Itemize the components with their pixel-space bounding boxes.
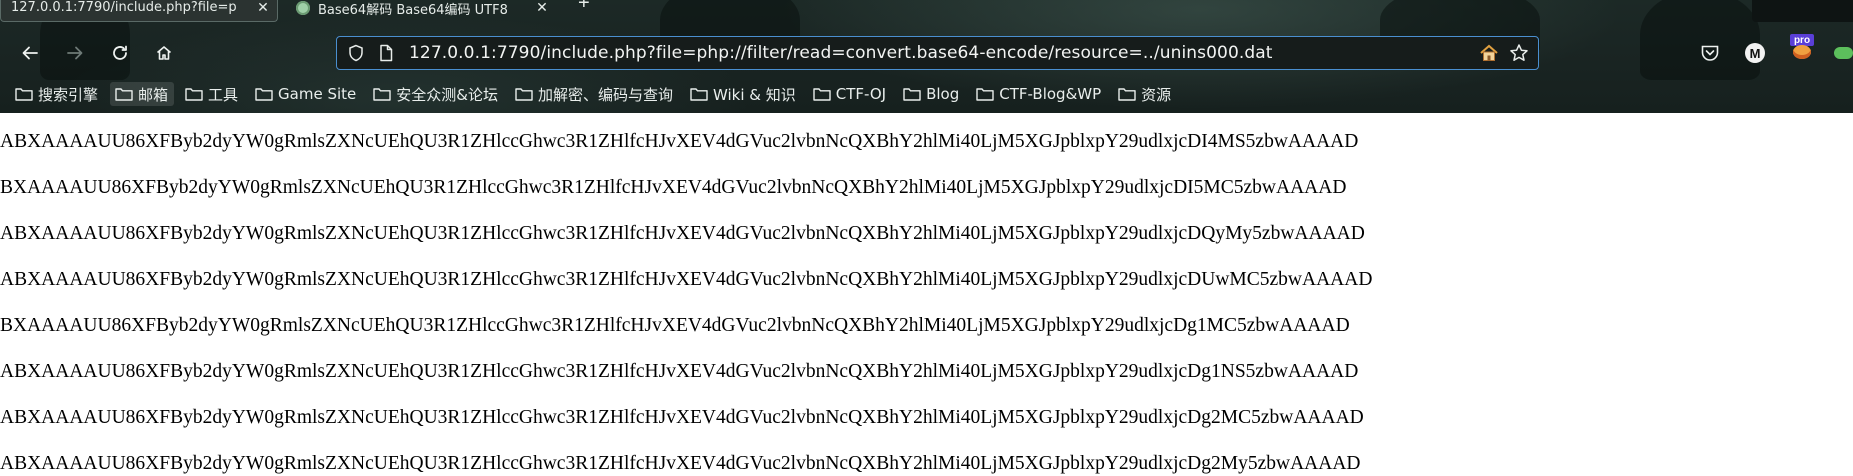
folder-icon bbox=[903, 88, 921, 101]
reload-icon[interactable] bbox=[106, 39, 134, 67]
bookmark-label: 搜索引擎 bbox=[38, 85, 99, 104]
window-controls[interactable] bbox=[1752, 0, 1853, 22]
content-line: ABXAAAAUU86XFByb2dyYW0gRmlsZXNcUEhQU3R1Z… bbox=[0, 131, 1359, 152]
bookmark-label: 安全众测&论坛 bbox=[396, 85, 498, 104]
content-line: ABXAAAAUU86XFByb2dyYW0gRmlsZXNcUEhQU3R1Z… bbox=[0, 361, 1359, 382]
close-icon[interactable]: ✕ bbox=[255, 0, 271, 16]
bookmark-label: 邮箱 bbox=[138, 85, 169, 104]
bookmark-label: Wiki & 知识 bbox=[713, 85, 796, 104]
bookmark-label: 资源 bbox=[1141, 85, 1172, 104]
bookmark-label: CTF-OJ bbox=[835, 85, 887, 103]
content-line: ABXAAAAUU86XFByb2dyYW0gRmlsZXNcUEhQU3R1Z… bbox=[0, 269, 1373, 290]
bookmark-folder-resources[interactable]: 资源 bbox=[1113, 82, 1177, 106]
tab-bar: 127.0.0.1:7790/include.php?file=p ✕ Base… bbox=[0, 0, 1853, 26]
bookmark-folder-tools[interactable]: 工具 bbox=[180, 82, 244, 106]
folder-icon bbox=[15, 88, 33, 101]
content-line: ABXAAAAUU86XFByb2dyYW0gRmlsZXNcUEhQU3R1Z… bbox=[0, 453, 1361, 474]
extension-icon[interactable]: pro bbox=[1788, 32, 1816, 62]
bookmark-label: CTF-Blog&WP bbox=[999, 85, 1102, 103]
tab-title: 127.0.0.1:7790/include.php?file=p bbox=[11, 0, 237, 15]
page-icon[interactable] bbox=[375, 42, 397, 64]
bookmark-label: Game Site bbox=[278, 85, 357, 103]
bookmark-folder-ctf-oj[interactable]: CTF-OJ bbox=[808, 82, 892, 106]
shield-icon[interactable] bbox=[345, 42, 367, 64]
content-line: ABXAAAAUU86XFByb2dyYW0gRmlsZXNcUEhQU3R1Z… bbox=[0, 407, 1364, 428]
bookmark-label: Blog bbox=[926, 85, 960, 103]
bookmark-folder-blog[interactable]: Blog bbox=[898, 82, 965, 106]
folder-icon bbox=[690, 88, 708, 101]
folder-icon bbox=[976, 88, 994, 101]
house-emoji-icon[interactable] bbox=[1478, 42, 1500, 64]
extension-toggle-icon[interactable] bbox=[1834, 40, 1853, 66]
navigation-toolbar: 127.0.0.1:7790/include.php?file=php://fi… bbox=[0, 34, 1853, 72]
folder-icon bbox=[515, 88, 533, 101]
back-arrow-icon[interactable] bbox=[16, 39, 44, 67]
folder-icon bbox=[1118, 88, 1136, 101]
bookmarks-toolbar: 搜索引擎 邮箱 工具 Game Site 安全众测&论坛 加解密、编码与查询 W… bbox=[0, 80, 1853, 108]
bookmark-folder-security-forums[interactable]: 安全众测&论坛 bbox=[368, 82, 504, 106]
globe-icon bbox=[296, 1, 310, 15]
bookmark-folder-mailbox[interactable]: 邮箱 bbox=[110, 82, 175, 106]
tab-include-php[interactable]: 127.0.0.1:7790/include.php?file=p ✕ bbox=[0, 0, 278, 22]
plus-icon[interactable]: + bbox=[578, 0, 590, 15]
folder-icon bbox=[115, 88, 133, 101]
bookmark-folder-wiki[interactable]: Wiki & 知识 bbox=[685, 82, 802, 106]
bookmark-label: 工具 bbox=[208, 85, 239, 104]
content-line: ABXAAAAUU86XFByb2dyYW0gRmlsZXNcUEhQU3R1Z… bbox=[0, 223, 1365, 244]
avatar: M bbox=[1745, 43, 1765, 63]
tab-title: Base64解码 Base64编码 UTF8 bbox=[318, 2, 508, 18]
bookmark-folder-crypto-encoding[interactable]: 加解密、编码与查询 bbox=[510, 82, 679, 106]
home-icon[interactable] bbox=[150, 39, 178, 67]
pocket-icon[interactable] bbox=[1697, 40, 1723, 66]
bookmark-folder-ctf-blog-wp[interactable]: CTF-Blog&WP bbox=[971, 82, 1107, 106]
url-text[interactable]: 127.0.0.1:7790/include.php?file=php://fi… bbox=[409, 43, 1273, 63]
url-bar[interactable]: 127.0.0.1:7790/include.php?file=php://fi… bbox=[336, 36, 1539, 70]
tab-base64[interactable]: Base64解码 Base64编码 UTF8 ✕ bbox=[296, 0, 556, 22]
forward-arrow-icon[interactable] bbox=[61, 39, 89, 67]
folder-icon bbox=[185, 88, 203, 101]
folder-icon bbox=[813, 88, 831, 101]
folder-icon bbox=[255, 88, 273, 101]
content-line: BXAAAAUU86XFByb2dyYW0gRmlsZXNcUEhQU3R1ZH… bbox=[0, 315, 1350, 336]
account-icon[interactable]: M bbox=[1742, 40, 1768, 66]
bookmark-label: 加解密、编码与查询 bbox=[537, 85, 673, 104]
browser-chrome: 127.0.0.1:7790/include.php?file=p ✕ Base… bbox=[0, 0, 1853, 113]
star-icon[interactable] bbox=[1508, 42, 1530, 64]
close-icon[interactable]: ✕ bbox=[534, 0, 550, 16]
content-line: BXAAAAUU86XFByb2dyYW0gRmlsZXNcUEhQU3R1ZH… bbox=[0, 177, 1347, 198]
bookmark-folder-game-site[interactable]: Game Site bbox=[250, 82, 362, 106]
bookmark-folder-search-engines[interactable]: 搜索引擎 bbox=[10, 82, 104, 106]
page-content: ABXAAAAUU86XFByb2dyYW0gRmlsZXNcUEhQU3R1Z… bbox=[0, 113, 1853, 474]
folder-icon bbox=[373, 88, 391, 101]
